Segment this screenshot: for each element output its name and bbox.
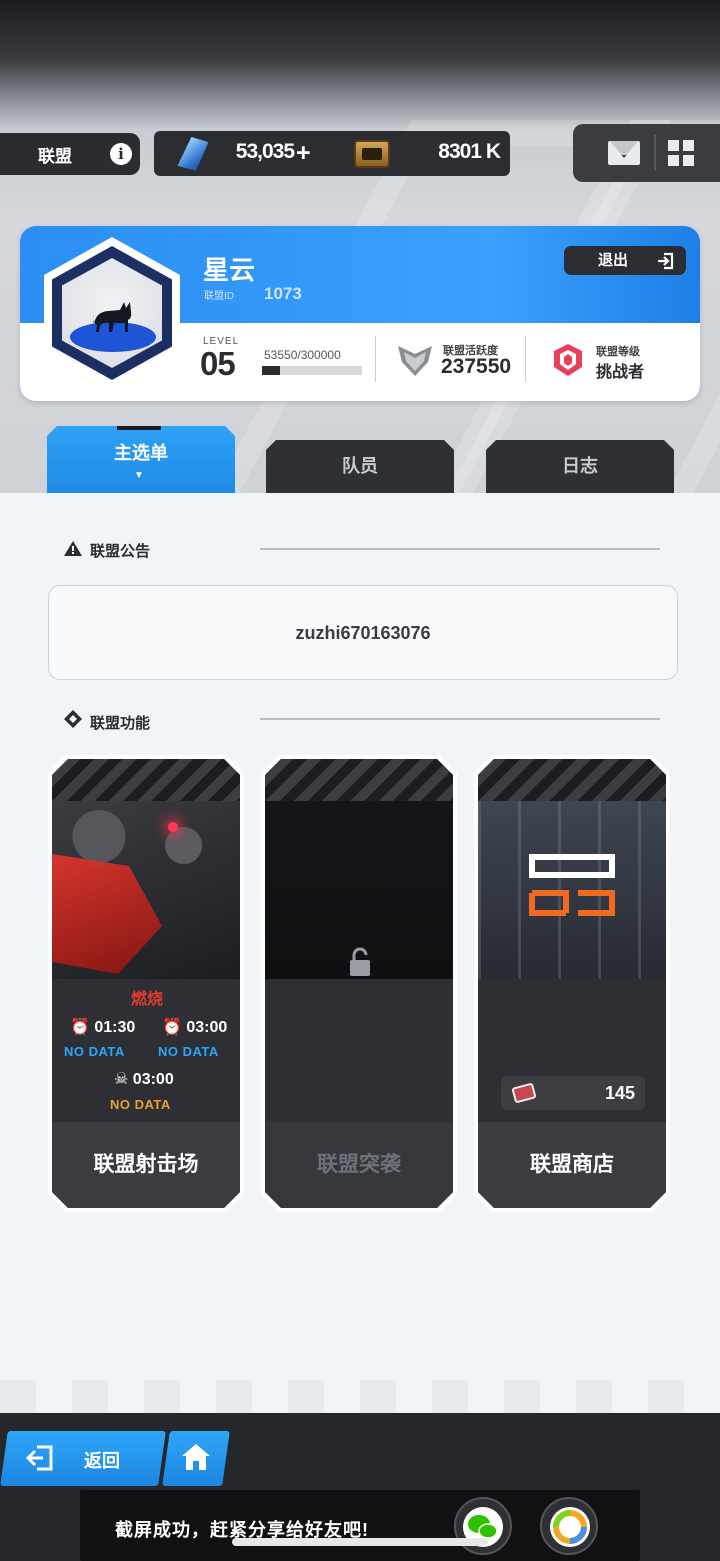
divider (375, 336, 376, 382)
card-body: 联盟射击场 (52, 759, 240, 1208)
shop-logo-icon (529, 854, 615, 916)
mail-icon[interactable] (608, 141, 640, 165)
info-icon[interactable]: i (110, 143, 132, 165)
alliance-id-label: 联盟ID (204, 291, 234, 302)
shop-currency-count: 145 (604, 1083, 635, 1103)
mech-eye (168, 822, 178, 832)
shooting-range-card[interactable]: 联盟射击场 (48, 755, 244, 1212)
boss-timer-status: NO DATA (110, 1097, 171, 1112)
home-icon (182, 1444, 210, 1470)
grid-menu-icon[interactable] (668, 140, 694, 166)
level-value: 05 (200, 345, 236, 382)
caret-down-icon: ▼ (134, 470, 144, 481)
exit-icon (658, 252, 674, 270)
xp-progress-fill (262, 366, 280, 375)
home-indicator (232, 1538, 488, 1546)
plus-icon[interactable]: + (296, 139, 311, 168)
rank-label: 联盟等级 (596, 346, 640, 358)
activity-value: 237550 (441, 355, 512, 378)
gold-count: 8301 K (438, 140, 501, 163)
boss-timer: ☠ 03:00 (114, 1069, 174, 1089)
cat-emblem-icon (93, 302, 132, 332)
timer-2: ⏰ 03:00 (162, 1017, 227, 1037)
diamond-icon (64, 710, 82, 728)
functions-heading: 联盟功能 (64, 710, 150, 733)
alarm-clock-icon: ⏰ (162, 1019, 182, 1036)
page-title-label: 联盟 (38, 146, 72, 166)
tab-main-menu-label: 主选单 (114, 443, 168, 463)
tab-members-label: 队员 (342, 456, 378, 476)
crystal-count: 53,035 (235, 140, 295, 163)
back-label: 返回 (84, 1451, 120, 1471)
tab-main-menu[interactable]: 主选单 (47, 426, 235, 493)
section-divider (260, 718, 660, 720)
alliance-id: 1073 (264, 284, 302, 303)
section-divider (260, 548, 660, 550)
notice-text[interactable]: zuzhi670163076 (48, 585, 678, 680)
xp-progress-bar (262, 366, 362, 375)
notice-title: 联盟公告 (90, 543, 151, 560)
tab-log[interactable]: 日志 (486, 440, 674, 493)
top-right-menu (573, 124, 720, 182)
timer-1-status: NO DATA (64, 1044, 125, 1059)
card-body: 联盟突袭 (265, 759, 453, 1208)
functions-title: 联盟功能 (90, 715, 151, 732)
gold-chest-icon (354, 140, 390, 168)
card-body: 联盟商店 (478, 759, 666, 1208)
lock-icon (350, 947, 370, 976)
hazard-stripe (52, 759, 240, 801)
alliance-shop-title: 联盟商店 (478, 1122, 666, 1208)
activity-shield-icon (398, 346, 432, 376)
timer-1: ⏰ 01:30 (70, 1017, 135, 1037)
rank-value: 挑战者 (596, 364, 645, 381)
burn-status: 燃烧 (130, 991, 163, 1008)
raid-title: 联盟突袭 (265, 1122, 453, 1208)
tab-notch (117, 426, 161, 430)
shooting-range-title: 联盟射击场 (52, 1122, 240, 1208)
hazard-stripe (478, 759, 666, 801)
notice-heading: 联盟公告 (64, 540, 150, 561)
timer-2-value: 03:00 (186, 1019, 228, 1036)
xp-text: 53550/300000 (264, 348, 341, 362)
skull-icon: ☠ (114, 1071, 129, 1088)
timer-1-value: 01:30 (94, 1019, 136, 1036)
raid-card: 联盟突袭 (261, 755, 457, 1212)
tab-members[interactable]: 队员 (266, 440, 454, 493)
exit-button-label: 退出 (598, 252, 629, 269)
divider (525, 336, 526, 382)
divider (654, 135, 656, 171)
tab-log-label: 日志 (562, 456, 598, 476)
hazard-stripe (265, 759, 453, 801)
photos-icon (550, 1507, 590, 1547)
timer-2-status: NO DATA (158, 1044, 219, 1059)
alliance-shop-card[interactable]: 联盟商店 (474, 755, 670, 1212)
alarm-clock-icon: ⏰ (70, 1019, 90, 1036)
back-icon (25, 1445, 53, 1471)
rank-badge-icon (554, 344, 582, 376)
boss-timer-value: 03:00 (132, 1071, 174, 1088)
warning-icon (64, 541, 82, 556)
alliance-name: 星云 (203, 255, 256, 285)
